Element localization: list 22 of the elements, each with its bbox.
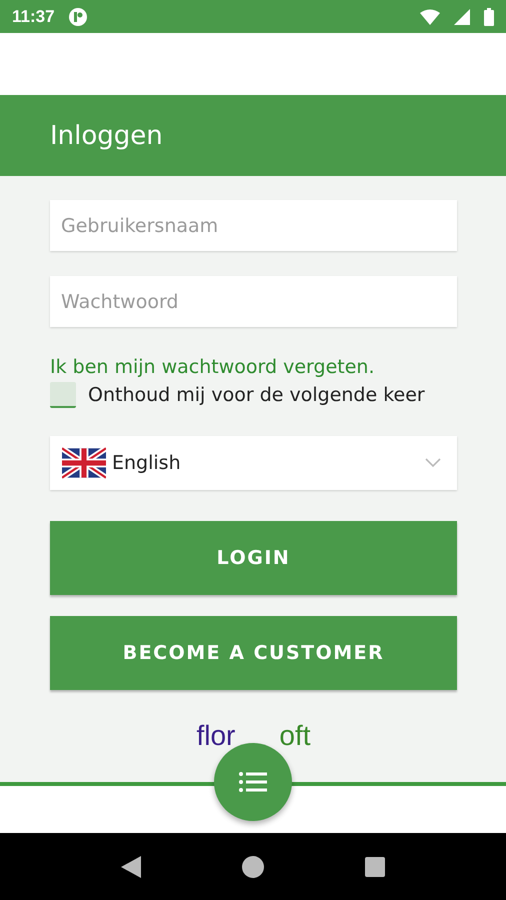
recents-icon[interactable]: [365, 856, 386, 876]
become-customer-button[interactable]: BECOME A CUSTOMER: [50, 616, 457, 690]
status-time: 11:37: [12, 6, 55, 26]
logo-text: flor: [196, 720, 236, 752]
logo-text: oft: [279, 720, 311, 752]
page-title: Inloggen: [50, 120, 163, 150]
remember-checkbox[interactable]: [50, 382, 76, 408]
back-icon[interactable]: [120, 856, 141, 878]
battery-icon: [484, 8, 494, 26]
list-icon: [239, 771, 267, 793]
login-button[interactable]: LOGIN: [50, 521, 457, 595]
remember-label: Onthoud mij voor de volgende keer: [88, 384, 425, 406]
language-dropdown[interactable]: English: [50, 436, 457, 490]
chevron-down-icon: [425, 458, 441, 468]
flag-icon: [62, 447, 106, 479]
home-icon[interactable]: [242, 856, 264, 878]
app-notification-icon: [68, 8, 87, 26]
username-field[interactable]: Gebruikersnaam: [50, 200, 457, 251]
signal-icon: [454, 8, 470, 24]
forgot-password-link[interactable]: Ik ben mijn wachtwoord vergeten.: [50, 356, 457, 378]
password-field[interactable]: Wachtwoord: [50, 276, 457, 327]
wifi-icon: [420, 8, 440, 24]
